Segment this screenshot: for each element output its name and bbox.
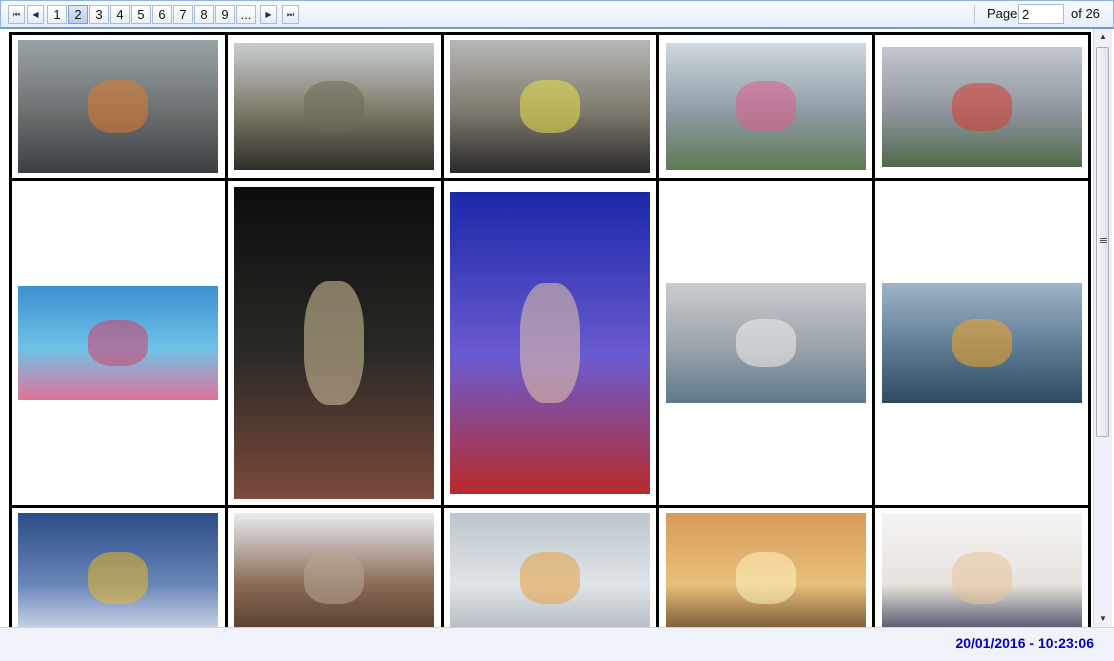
thumb-snow-parliament-loader[interactable] xyxy=(18,513,219,627)
thumb-monkeys-snow[interactable] xyxy=(234,513,435,627)
page-button-3[interactable]: 3 xyxy=(89,5,109,24)
status-datetime: 20/01/2016 - 10:23:06 xyxy=(955,635,1094,651)
page-button-4[interactable]: 4 xyxy=(110,5,130,24)
gallery-cell[interactable] xyxy=(444,508,660,627)
gallery-cell[interactable] xyxy=(227,181,444,508)
photo-subject xyxy=(951,319,1012,367)
thumb-soldiers-truck[interactable] xyxy=(234,43,435,170)
page-button-9[interactable]: 9 xyxy=(215,5,235,24)
thumb-highway-traffic[interactable] xyxy=(881,46,1082,167)
photo-subject xyxy=(304,552,365,604)
image-gallery-viewport xyxy=(0,29,1093,627)
page-total-label: of 26 xyxy=(1071,6,1100,21)
gallery-cell[interactable] xyxy=(12,181,228,508)
gallery-cell[interactable] xyxy=(443,181,660,508)
thumb-flower-dancers[interactable] xyxy=(18,286,219,400)
gallery-row xyxy=(12,181,1091,508)
photo-subject xyxy=(519,79,580,134)
thumb-street-crash-rescue[interactable] xyxy=(18,40,219,173)
gallery-cell[interactable] xyxy=(12,35,228,181)
status-bar: 20/01/2016 - 10:23:06 xyxy=(0,627,1114,661)
thumb-oil-rig-flare[interactable] xyxy=(881,283,1082,403)
photo-subject xyxy=(304,81,365,132)
gallery-cell[interactable] xyxy=(228,508,444,627)
photo-subject xyxy=(951,552,1012,604)
photo-subject xyxy=(88,79,149,134)
gallery-cell[interactable] xyxy=(659,508,876,627)
page-button-2[interactable]: 2 xyxy=(68,5,88,24)
previous-page-button[interactable]: ◀ xyxy=(27,5,44,24)
scroll-up-arrow-icon[interactable]: ▲ xyxy=(1094,29,1112,45)
thumb-castle-crane[interactable] xyxy=(449,513,650,627)
scroll-down-arrow-icon[interactable]: ▼ xyxy=(1094,611,1112,627)
gallery-cell[interactable] xyxy=(12,508,228,627)
thumb-industrial-plant[interactable] xyxy=(665,283,866,403)
thumb-sunset-reeds[interactable] xyxy=(665,513,866,627)
photo-subject xyxy=(519,282,580,404)
photo-subject xyxy=(951,82,1012,131)
photo-subject xyxy=(88,552,149,604)
scrollbar-grip-icon xyxy=(1100,238,1107,244)
first-page-icon: ⏮ xyxy=(12,10,21,19)
page-button-8[interactable]: 8 xyxy=(194,5,214,24)
gallery-cell[interactable] xyxy=(659,35,876,181)
page-button-5[interactable]: 5 xyxy=(131,5,151,24)
image-grid xyxy=(9,32,1091,627)
thumb-guitarist-concert[interactable] xyxy=(234,187,435,499)
next-page-button[interactable]: ▶ xyxy=(260,5,277,24)
last-page-button[interactable]: ⏭ xyxy=(282,5,299,24)
thumb-town-lane[interactable] xyxy=(665,43,866,170)
gallery-cell[interactable] xyxy=(659,181,876,508)
vertical-scrollbar[interactable]: ▲ ▼ xyxy=(1093,29,1112,627)
thumb-speaker-podium[interactable] xyxy=(881,513,1082,627)
photo-subject xyxy=(735,81,796,132)
page-number-input[interactable] xyxy=(1018,4,1064,24)
photo-subject xyxy=(735,552,796,604)
photo-subject xyxy=(88,320,149,366)
gallery-row xyxy=(12,508,1091,627)
scrollbar-thumb[interactable] xyxy=(1096,47,1109,437)
next-page-icon: ▶ xyxy=(265,10,272,19)
gallery-cell[interactable] xyxy=(875,508,1091,627)
gallery-cell[interactable] xyxy=(443,35,660,181)
pager-toolbar: ⏮ ◀ 123456789... ▶ ⏭ Page of 26 xyxy=(0,0,1114,29)
thumb-singer-microphone[interactable] xyxy=(449,192,650,494)
gallery-row xyxy=(12,35,1091,181)
page-more-button[interactable]: ... xyxy=(236,5,256,24)
previous-page-icon: ◀ xyxy=(32,10,39,19)
page-button-6[interactable]: 6 xyxy=(152,5,172,24)
photo-subject xyxy=(304,280,365,406)
pager-divider xyxy=(974,5,975,24)
page-label: Page xyxy=(987,6,1018,21)
page-button-1[interactable]: 1 xyxy=(47,5,67,24)
photo-subject xyxy=(519,552,580,604)
page-button-7[interactable]: 7 xyxy=(173,5,193,24)
first-page-button[interactable]: ⏮ xyxy=(8,5,25,24)
last-page-icon: ⏭ xyxy=(286,10,295,19)
photo-subject xyxy=(735,319,796,367)
gallery-cell[interactable] xyxy=(227,35,444,181)
thumb-market-street-police[interactable] xyxy=(449,40,650,173)
gallery-cell[interactable] xyxy=(875,35,1091,181)
gallery-cell[interactable] xyxy=(875,181,1091,508)
